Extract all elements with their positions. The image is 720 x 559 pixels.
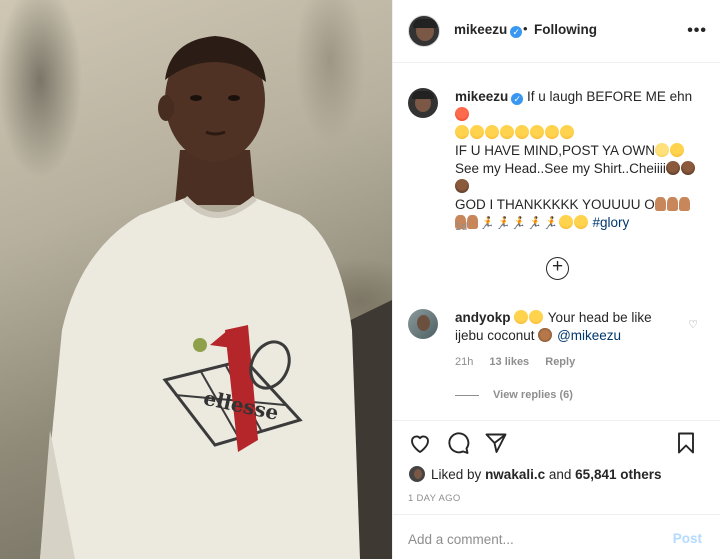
angry-face-icon bbox=[455, 107, 469, 121]
comment-item: andyokp Your head be like ijebu coconut … bbox=[455, 309, 685, 345]
laughing-face-icon bbox=[573, 215, 588, 229]
caption-timestamp[interactable]: 1d bbox=[455, 221, 467, 233]
author-username-wrap[interactable]: mikeezu ✓ bbox=[454, 22, 523, 38]
add-comment-bar: Post bbox=[393, 514, 720, 559]
shirt bbox=[40, 198, 360, 559]
commenter-avatar[interactable] bbox=[408, 309, 438, 339]
liked-by-label: Liked by bbox=[431, 467, 482, 482]
separator-dot: • bbox=[523, 21, 528, 36]
running-person-icon: 🏃 bbox=[494, 216, 510, 230]
post-caption: mikeezu ✓ If u laugh BEFORE ME ehn IF U H… bbox=[455, 88, 705, 232]
liker-username[interactable]: nwakali.c bbox=[485, 467, 545, 482]
comment-mention-link[interactable]: @mikeezu bbox=[557, 328, 621, 343]
laughing-face-icon bbox=[530, 125, 544, 139]
post-age[interactable]: 1 DAY AGO bbox=[408, 493, 461, 504]
facepalm-icon bbox=[455, 179, 469, 193]
verified-badge-icon: ✓ bbox=[510, 26, 523, 38]
hashtag-link[interactable]: #glory bbox=[593, 215, 630, 230]
coconut-icon bbox=[538, 328, 553, 342]
view-replies-button[interactable]: View replies (6) bbox=[455, 389, 573, 401]
like-heart-icon[interactable] bbox=[408, 431, 432, 455]
laughing-face-icon bbox=[470, 125, 484, 139]
laugh-emoji-row bbox=[455, 124, 705, 142]
post-photo[interactable]: ellesse bbox=[0, 0, 392, 559]
laughing-face-icon bbox=[515, 125, 529, 139]
running-person-icon: 🏃 bbox=[542, 216, 558, 230]
praying-hands-icon bbox=[654, 197, 666, 211]
raised-hands-icon bbox=[678, 197, 690, 211]
verified-badge-icon: ✓ bbox=[511, 93, 524, 105]
post-details-panel: mikeezu ✓ • Following ••• mikeezu ✓ If u l… bbox=[392, 0, 720, 559]
comment-like-heart-icon[interactable]: ♡ bbox=[688, 318, 698, 331]
running-person-icon: 🏃 bbox=[479, 216, 494, 230]
comment-likes-count[interactable]: 13 likes bbox=[489, 356, 529, 368]
running-person-icon: 🏃 bbox=[526, 216, 542, 230]
comment-text-1: Your head be like bbox=[547, 310, 652, 325]
praying-hands-icon bbox=[666, 197, 678, 211]
ear bbox=[158, 95, 174, 121]
laughing-face-icon bbox=[485, 125, 499, 139]
more-options-icon[interactable]: ••• bbox=[687, 22, 707, 40]
laughing-face-icon bbox=[514, 310, 529, 324]
laughing-face-icon bbox=[558, 215, 573, 229]
comment-text-2: ijebu coconut bbox=[455, 328, 535, 343]
comment-bubble-icon[interactable] bbox=[446, 431, 470, 455]
raised-hands-icon bbox=[467, 215, 478, 229]
photo-illustration: ellesse bbox=[40, 36, 392, 559]
facepalm-icon bbox=[680, 161, 695, 175]
post-actions-section: Liked by nwakali.c and 65,841 others 1 D… bbox=[393, 420, 720, 559]
author-avatar[interactable] bbox=[408, 15, 440, 47]
likes-others-count[interactable]: 65,841 others bbox=[575, 467, 661, 482]
share-paper-plane-icon[interactable] bbox=[484, 431, 508, 455]
author-username[interactable]: mikeezu bbox=[454, 22, 507, 37]
caption-line-3: IF U HAVE MIND,POST YA OWN bbox=[455, 143, 656, 158]
load-more-comments-icon[interactable]: + bbox=[546, 257, 569, 280]
add-comment-input[interactable] bbox=[408, 529, 658, 549]
comment-timestamp[interactable]: 21h bbox=[455, 356, 473, 368]
likes-and: and bbox=[548, 467, 572, 482]
caption-line-1: If u laugh BEFORE ME ehn bbox=[527, 89, 693, 104]
following-button[interactable]: Following bbox=[534, 22, 597, 37]
comment-reply-button[interactable]: Reply bbox=[545, 356, 575, 368]
laughing-face-icon bbox=[545, 125, 559, 139]
smirk-face-icon bbox=[655, 143, 670, 157]
post-comment-button[interactable]: Post bbox=[673, 531, 702, 546]
likes-summary: Liked by nwakali.c and 65,841 others bbox=[408, 465, 661, 483]
liker-avatar[interactable] bbox=[408, 465, 426, 483]
save-bookmark-icon[interactable] bbox=[674, 431, 698, 455]
caption-avatar[interactable] bbox=[408, 88, 438, 118]
laughing-face-icon bbox=[529, 310, 544, 324]
laughing-face-icon bbox=[455, 125, 469, 139]
caption-line-6: GOD I THANKKKKK YOUUUU O bbox=[455, 197, 655, 212]
post-header: mikeezu ✓ • Following ••• bbox=[393, 0, 720, 63]
caption-username[interactable]: mikeezu bbox=[455, 89, 508, 104]
laughing-face-icon bbox=[500, 125, 514, 139]
laughing-face-icon bbox=[670, 143, 685, 157]
laughing-face-icon bbox=[560, 125, 574, 139]
commenter-username[interactable]: andyokp bbox=[455, 310, 511, 325]
caption-line-4: See my Head..See my Shirt..Cheiiii bbox=[455, 161, 666, 176]
running-person-icon: 🏃 bbox=[510, 216, 526, 230]
comment-meta: 21h 13 likes Reply bbox=[455, 356, 588, 368]
facepalm-icon bbox=[665, 161, 680, 175]
